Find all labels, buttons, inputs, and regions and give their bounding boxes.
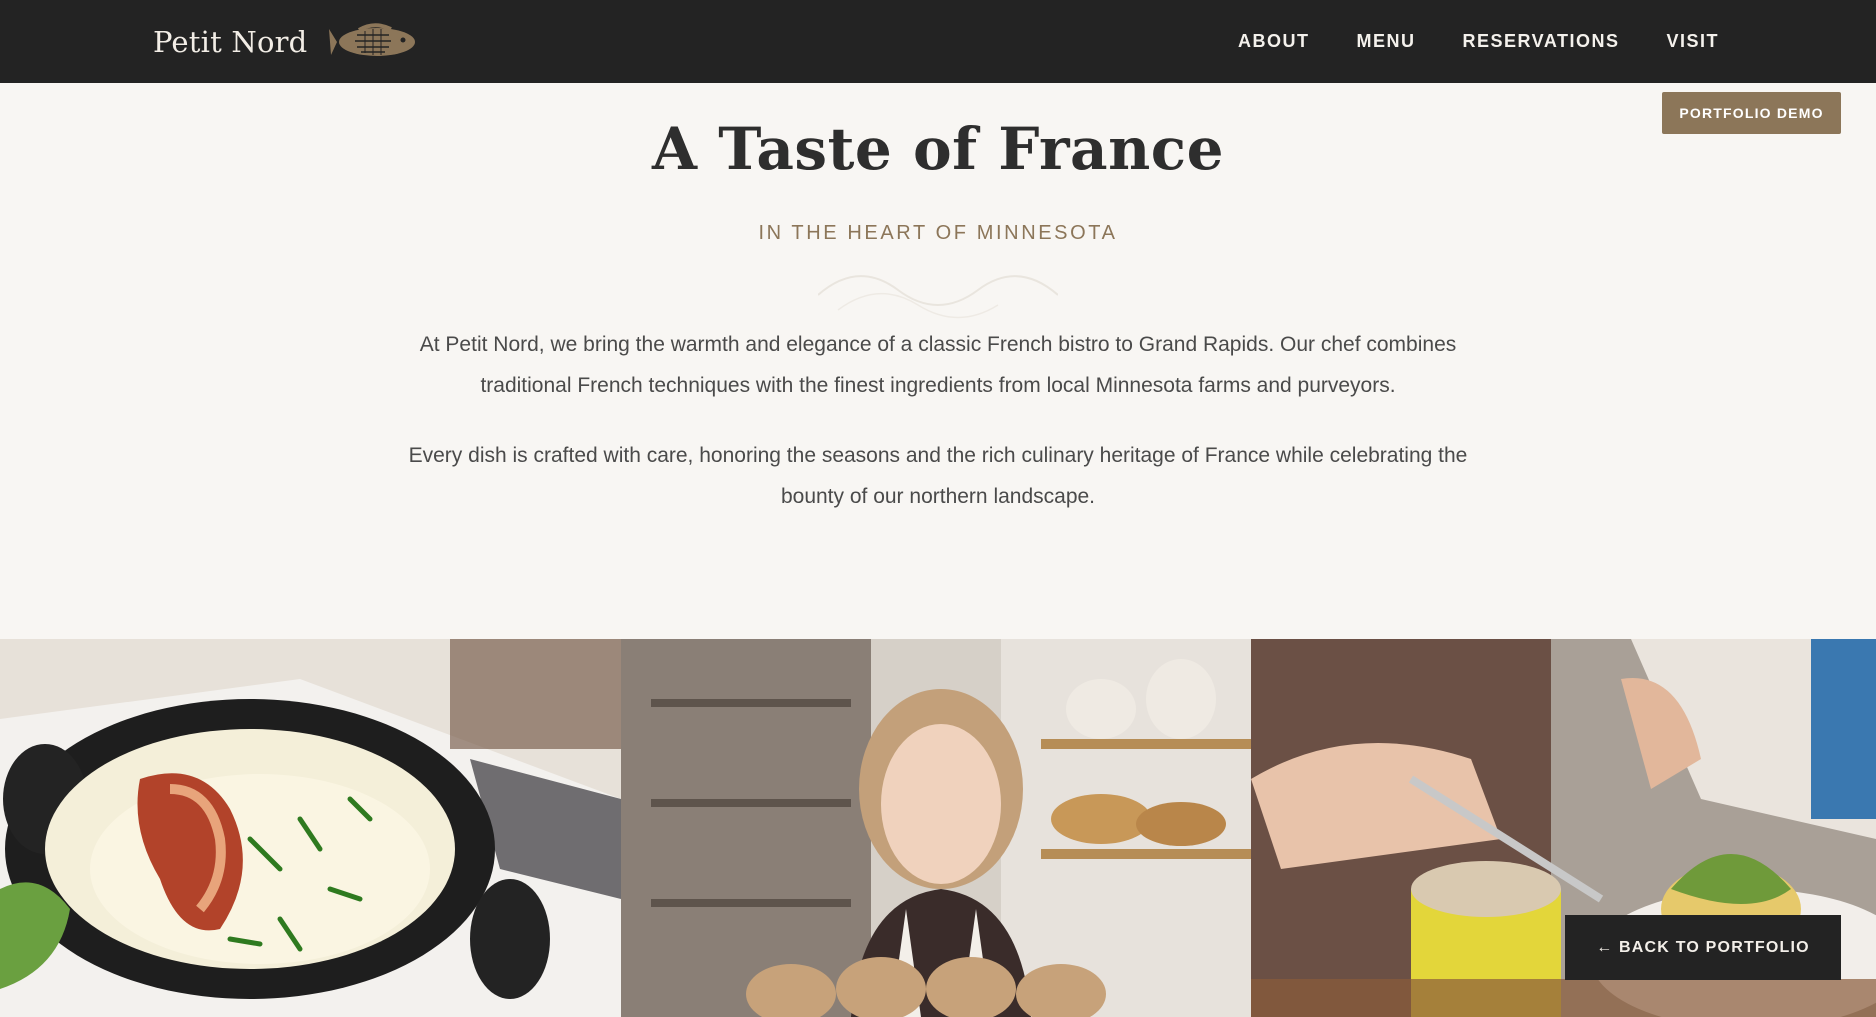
page-subtitle: IN THE HEART OF MINNESOTA (758, 222, 1118, 244)
brand-link[interactable]: Petit Nord (153, 0, 419, 83)
brand-name: Petit Nord (153, 24, 308, 59)
intro-paragraph: At Petit Nord, we bring the warmth and e… (419, 333, 1457, 397)
top-navbar: Petit Nord ABOUT MENU RESERVATIONS VISIT (0, 0, 1876, 83)
back-to-portfolio-label: ← BACK TO PORTFOLIO (1596, 938, 1810, 956)
baker-portrait-photo (621, 639, 1251, 1017)
philosophy-paragraph: Every dish is crafted with care, honorin… (408, 444, 1468, 508)
gratin-dish-photo (0, 639, 621, 1017)
nav-reservations[interactable]: RESERVATIONS (1462, 31, 1619, 52)
page-title: A Taste of France (652, 115, 1224, 183)
back-to-portfolio-button[interactable]: ← BACK TO PORTFOLIO (1565, 915, 1841, 980)
fish-icon (329, 22, 416, 56)
main-nav: ABOUT MENU RESERVATIONS VISIT (1238, 0, 1719, 83)
nav-visit[interactable]: VISIT (1666, 31, 1719, 52)
nav-about[interactable]: ABOUT (1238, 31, 1310, 52)
nav-menu[interactable]: MENU (1356, 31, 1415, 52)
